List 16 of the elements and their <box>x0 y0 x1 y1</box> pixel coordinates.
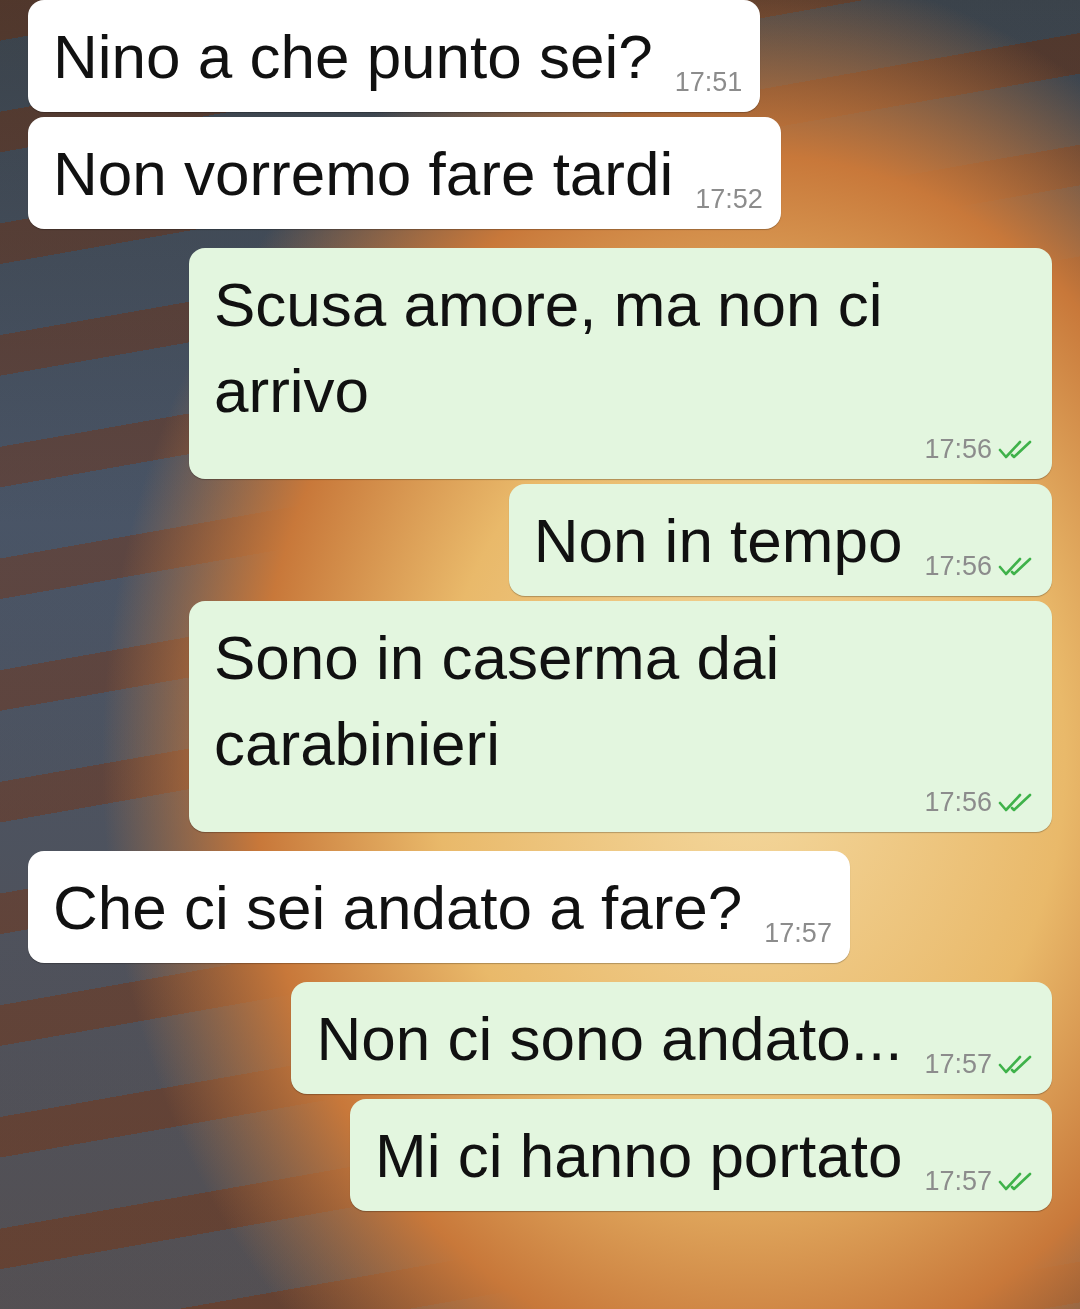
message-time: 17:57 <box>924 1049 992 1080</box>
message-text: Scusa amore, ma non ci arrivo <box>214 269 884 427</box>
message-time: 17:51 <box>674 67 743 98</box>
message-text: Che ci sei andato a fare? <box>53 872 743 944</box>
message-time: 17:56 <box>924 551 992 582</box>
message-text: Non ci sono andato... <box>316 1003 903 1075</box>
message-text: Mi ci hanno portato <box>375 1120 903 1192</box>
message-text: Non in tempo <box>533 505 903 577</box>
message-time: 17:57 <box>924 1166 992 1197</box>
message-time: 17:57 <box>764 918 832 949</box>
message-time: 17:56 <box>924 434 992 465</box>
message-text: Nino a che punto sei? <box>53 21 653 93</box>
message-text: Non vorremo fare tardi <box>53 138 674 210</box>
message-time: 17:52 <box>695 184 763 215</box>
message-time: 17:56 <box>924 787 992 818</box>
message-text: Sono in caserma dai carabinieri <box>214 622 781 780</box>
